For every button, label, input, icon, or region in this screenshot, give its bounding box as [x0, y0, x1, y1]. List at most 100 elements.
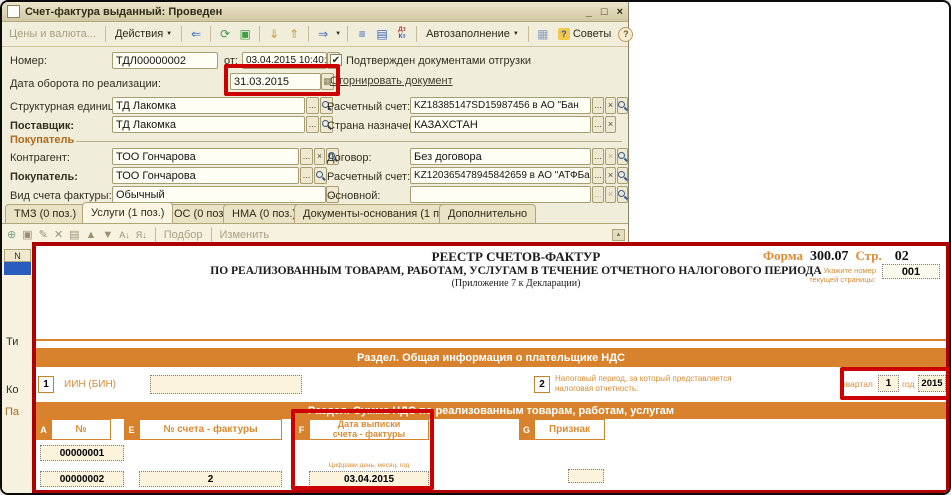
- list-check-icon[interactable]: ▤: [374, 27, 390, 42]
- clear-icon[interactable]: ×: [314, 148, 325, 165]
- contract-field[interactable]: Без договора: [410, 148, 591, 165]
- rows-icon[interactable]: ▤: [69, 230, 79, 241]
- edit-row-icon[interactable]: ✎: [39, 230, 48, 241]
- contragent-field[interactable]: ТОО Гончарова: [112, 148, 299, 165]
- clear-icon[interactable]: ×: [605, 97, 616, 114]
- search-icon[interactable]: [617, 148, 628, 165]
- orange-rule: [36, 339, 946, 341]
- close-button[interactable]: ×: [617, 6, 623, 18]
- turnover-date-label: Дата оборота по реализации:: [10, 78, 161, 90]
- period-label-line2: налоговая отчетность:: [555, 384, 638, 393]
- structural-unit-label: Структурная единица:: [10, 101, 123, 113]
- contract-label: Договор:: [327, 152, 372, 164]
- tab-services[interactable]: Услуги (1 поз.): [82, 202, 173, 223]
- sort-asc-icon[interactable]: А↓: [119, 231, 130, 240]
- autofill-button[interactable]: Автозаполнение ▼: [423, 27, 522, 41]
- post-document-icon[interactable]: ⇓: [266, 27, 282, 42]
- account1-label: Расчетный счет:: [327, 101, 410, 113]
- page-hint: Укажите номер текущей страницы:: [736, 266, 876, 285]
- buyer-field[interactable]: ТОО Гончарова: [112, 167, 299, 184]
- ellipsis-button[interactable]: ...: [592, 167, 604, 184]
- ellipsis-button[interactable]: ...: [592, 148, 604, 165]
- report-icon[interactable]: ▦: [535, 27, 551, 42]
- pick-button[interactable]: Подбор: [164, 229, 203, 241]
- dt-kt-icon[interactable]: Дт Кт: [394, 27, 410, 42]
- copy-document-icon[interactable]: ▣: [237, 27, 253, 42]
- ellipsis-button[interactable]: ...: [592, 116, 604, 133]
- prices-currency-button[interactable]: Цены и валюта...: [6, 27, 99, 41]
- clear-icon[interactable]: ×: [605, 186, 616, 203]
- toolbar-separator: [347, 26, 348, 42]
- ellipsis-button[interactable]: ...: [300, 148, 313, 165]
- ellipsis-button[interactable]: ...: [306, 116, 319, 133]
- search-icon[interactable]: [617, 167, 628, 184]
- clear-icon[interactable]: ×: [605, 148, 616, 165]
- move-up-icon[interactable]: ▲: [85, 230, 96, 241]
- toolbar-separator: [211, 227, 212, 243]
- column-header-attribute: Признак: [534, 419, 605, 440]
- window-icon: [7, 5, 20, 18]
- magnifier-glyph: [618, 101, 627, 111]
- magnifier-glyph: [618, 152, 627, 162]
- field1-number: 1: [38, 376, 54, 393]
- invoice-kind-field[interactable]: Обычный: [112, 186, 326, 203]
- ellipsis-button[interactable]: ...: [592, 186, 604, 203]
- storno-link[interactable]: Сторнировать документ: [330, 75, 453, 87]
- search-icon[interactable]: [617, 186, 628, 203]
- account2-field[interactable]: KZ120365478945842659 в АО "АТФБа: [410, 167, 591, 184]
- chevron-down-icon[interactable]: ▼: [335, 31, 341, 37]
- clear-icon[interactable]: ×: [605, 116, 616, 133]
- toolbar-separator: [259, 26, 260, 42]
- refresh-icon[interactable]: ⟳: [217, 27, 233, 42]
- structural-unit-field[interactable]: ТД Лакомка: [112, 97, 305, 114]
- move-down-icon[interactable]: ▼: [102, 230, 113, 241]
- tab-additional[interactable]: Дополнительно: [439, 204, 536, 223]
- country-field[interactable]: КАЗАХСТАН: [410, 116, 591, 133]
- save-close-icon[interactable]: ⇐: [188, 27, 204, 42]
- column-header-invoice-number: № счета - фактуры: [139, 419, 282, 440]
- page-number-input[interactable]: 001: [882, 264, 940, 279]
- actions-menu-button[interactable]: Действия ▼: [112, 27, 175, 41]
- number-field[interactable]: ТДЛ00000002: [112, 52, 218, 69]
- section1-band: Раздел. Общая информация о плательщике Н…: [36, 348, 946, 367]
- tips-button[interactable]: ? Советы: [555, 27, 614, 41]
- help-icon[interactable]: ?: [618, 27, 633, 42]
- supplier-field[interactable]: ТД Лакомка: [112, 116, 305, 133]
- supplier-label: Поставщик:: [10, 120, 74, 132]
- account1-field[interactable]: KZ18385147SD15987456 в АО "Бан: [410, 97, 591, 114]
- copy-row-icon[interactable]: ▣: [22, 230, 32, 241]
- main-field[interactable]: [410, 186, 591, 203]
- iin-input[interactable]: [150, 375, 302, 394]
- highlight-invoice-date-column: [291, 409, 434, 490]
- selected-row-fragment[interactable]: [4, 262, 31, 275]
- minimize-button[interactable]: _: [586, 6, 592, 18]
- grid-toolbar: ⊕ ▣ ✎ ✕ ▤ ▲ ▼ А↓ Я↓ Подбор Изменить: [7, 227, 269, 243]
- sort-desc-icon[interactable]: Я↓: [136, 231, 147, 240]
- ellipsis-button[interactable]: ...: [592, 97, 604, 114]
- chevron-down-icon: ▼: [166, 31, 172, 37]
- clear-icon[interactable]: ×: [605, 167, 616, 184]
- tab-tmz[interactable]: ТМЗ (0 поз.): [5, 204, 85, 223]
- change-button[interactable]: Изменить: [220, 229, 270, 241]
- search-icon[interactable]: [314, 167, 327, 184]
- goto-icon[interactable]: ⇒: [315, 27, 331, 42]
- search-icon[interactable]: [617, 97, 628, 114]
- delete-row-icon[interactable]: ✕: [54, 230, 63, 241]
- maximize-button[interactable]: □: [601, 6, 608, 18]
- row2-number-cell[interactable]: 00000002: [40, 471, 124, 487]
- page-label: Стр.: [855, 248, 881, 264]
- row2-attribute-cell[interactable]: [568, 469, 604, 483]
- tab-nma[interactable]: НМА (0 поз.): [223, 204, 305, 223]
- scrollbar-up-button[interactable]: ▲: [612, 229, 625, 241]
- toolbar-separator: [210, 26, 211, 42]
- list-column-header: N: [4, 249, 31, 262]
- ellipsis-button[interactable]: ...: [300, 167, 313, 184]
- account2-label: Расчетный счет:: [327, 171, 410, 183]
- window-titlebar[interactable]: Счет-фактура выданный: Проведен _ □ ×: [2, 2, 628, 22]
- unpost-document-icon[interactable]: ⇑: [286, 27, 302, 42]
- row2-invoice-number-cell[interactable]: 2: [139, 471, 282, 487]
- list-icon[interactable]: ≡: [354, 27, 370, 42]
- add-row-icon[interactable]: ⊕: [7, 230, 16, 241]
- ellipsis-button[interactable]: ...: [306, 97, 319, 114]
- row1-number-cell[interactable]: 00000001: [40, 445, 124, 461]
